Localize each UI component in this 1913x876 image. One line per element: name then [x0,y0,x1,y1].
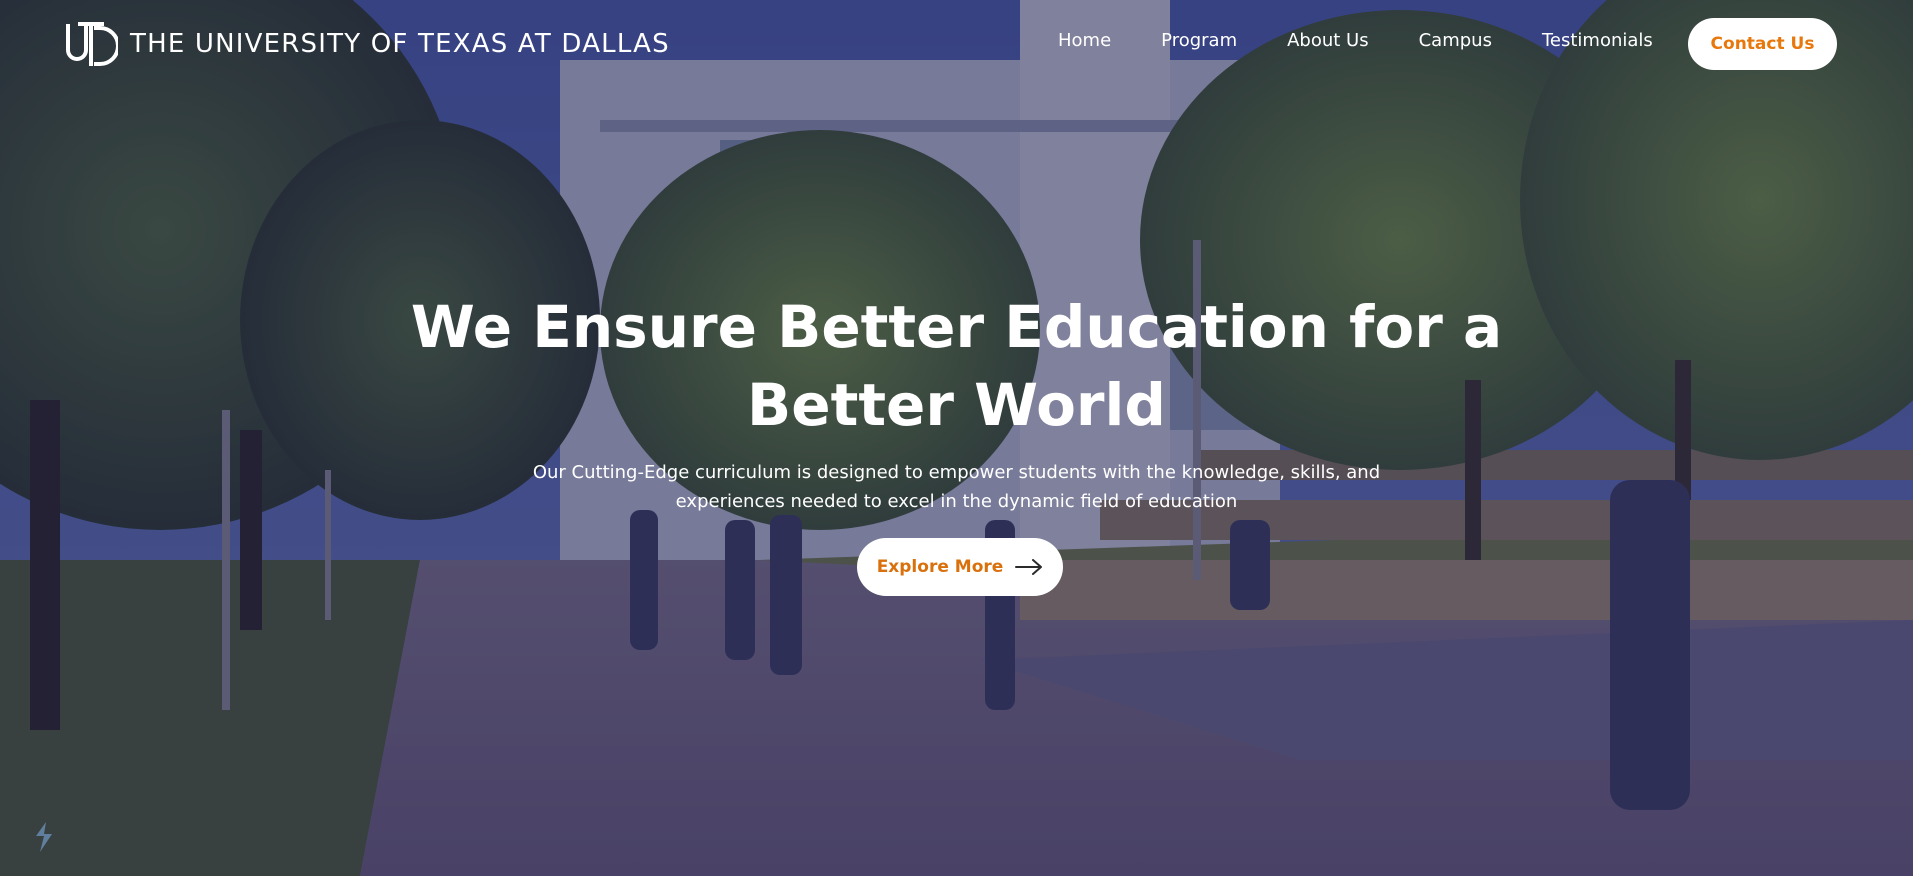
hero-subtitle: Our Cutting-Edge curriculum is designed … [520,458,1393,516]
hero-title-line-1: We Ensure Better Education for a [410,293,1503,361]
hero-title: We Ensure Better Education for a Better … [0,288,1913,444]
brand-name: THE UNIVERSITY OF TEXAS AT DALLAS [130,29,670,59]
hero-subtitle-line-1: Our Cutting-Edge curriculum is designed … [532,462,1381,483]
utd-monogram-icon [66,22,118,66]
explore-more-button[interactable]: Explore More [857,538,1063,596]
nav-link-testimonials[interactable]: Testimonials [1542,30,1653,51]
nav-link-about-us[interactable]: About Us [1287,30,1369,51]
arrow-right-icon [1015,559,1043,575]
hero-subtitle-line-2: experiences needed to excel in the dynam… [675,491,1238,512]
contact-us-button[interactable]: Contact Us [1688,18,1837,70]
top-navigation: THE UNIVERSITY OF TEXAS AT DALLAS Home P… [0,0,1913,88]
nav-link-campus[interactable]: Campus [1419,30,1492,51]
slider-revolution-icon[interactable] [30,820,58,854]
hero-section: THE UNIVERSITY OF TEXAS AT DALLAS Home P… [0,0,1913,876]
nav-links: Home Program About Us Campus Testimonial… [1058,30,1653,51]
nav-link-program[interactable]: Program [1161,30,1237,51]
explore-more-label: Explore More [876,557,1004,577]
brand-logo[interactable]: THE UNIVERSITY OF TEXAS AT DALLAS [64,20,670,68]
hero-title-line-2: Better World [747,371,1166,439]
nav-link-home[interactable]: Home [1058,30,1111,51]
